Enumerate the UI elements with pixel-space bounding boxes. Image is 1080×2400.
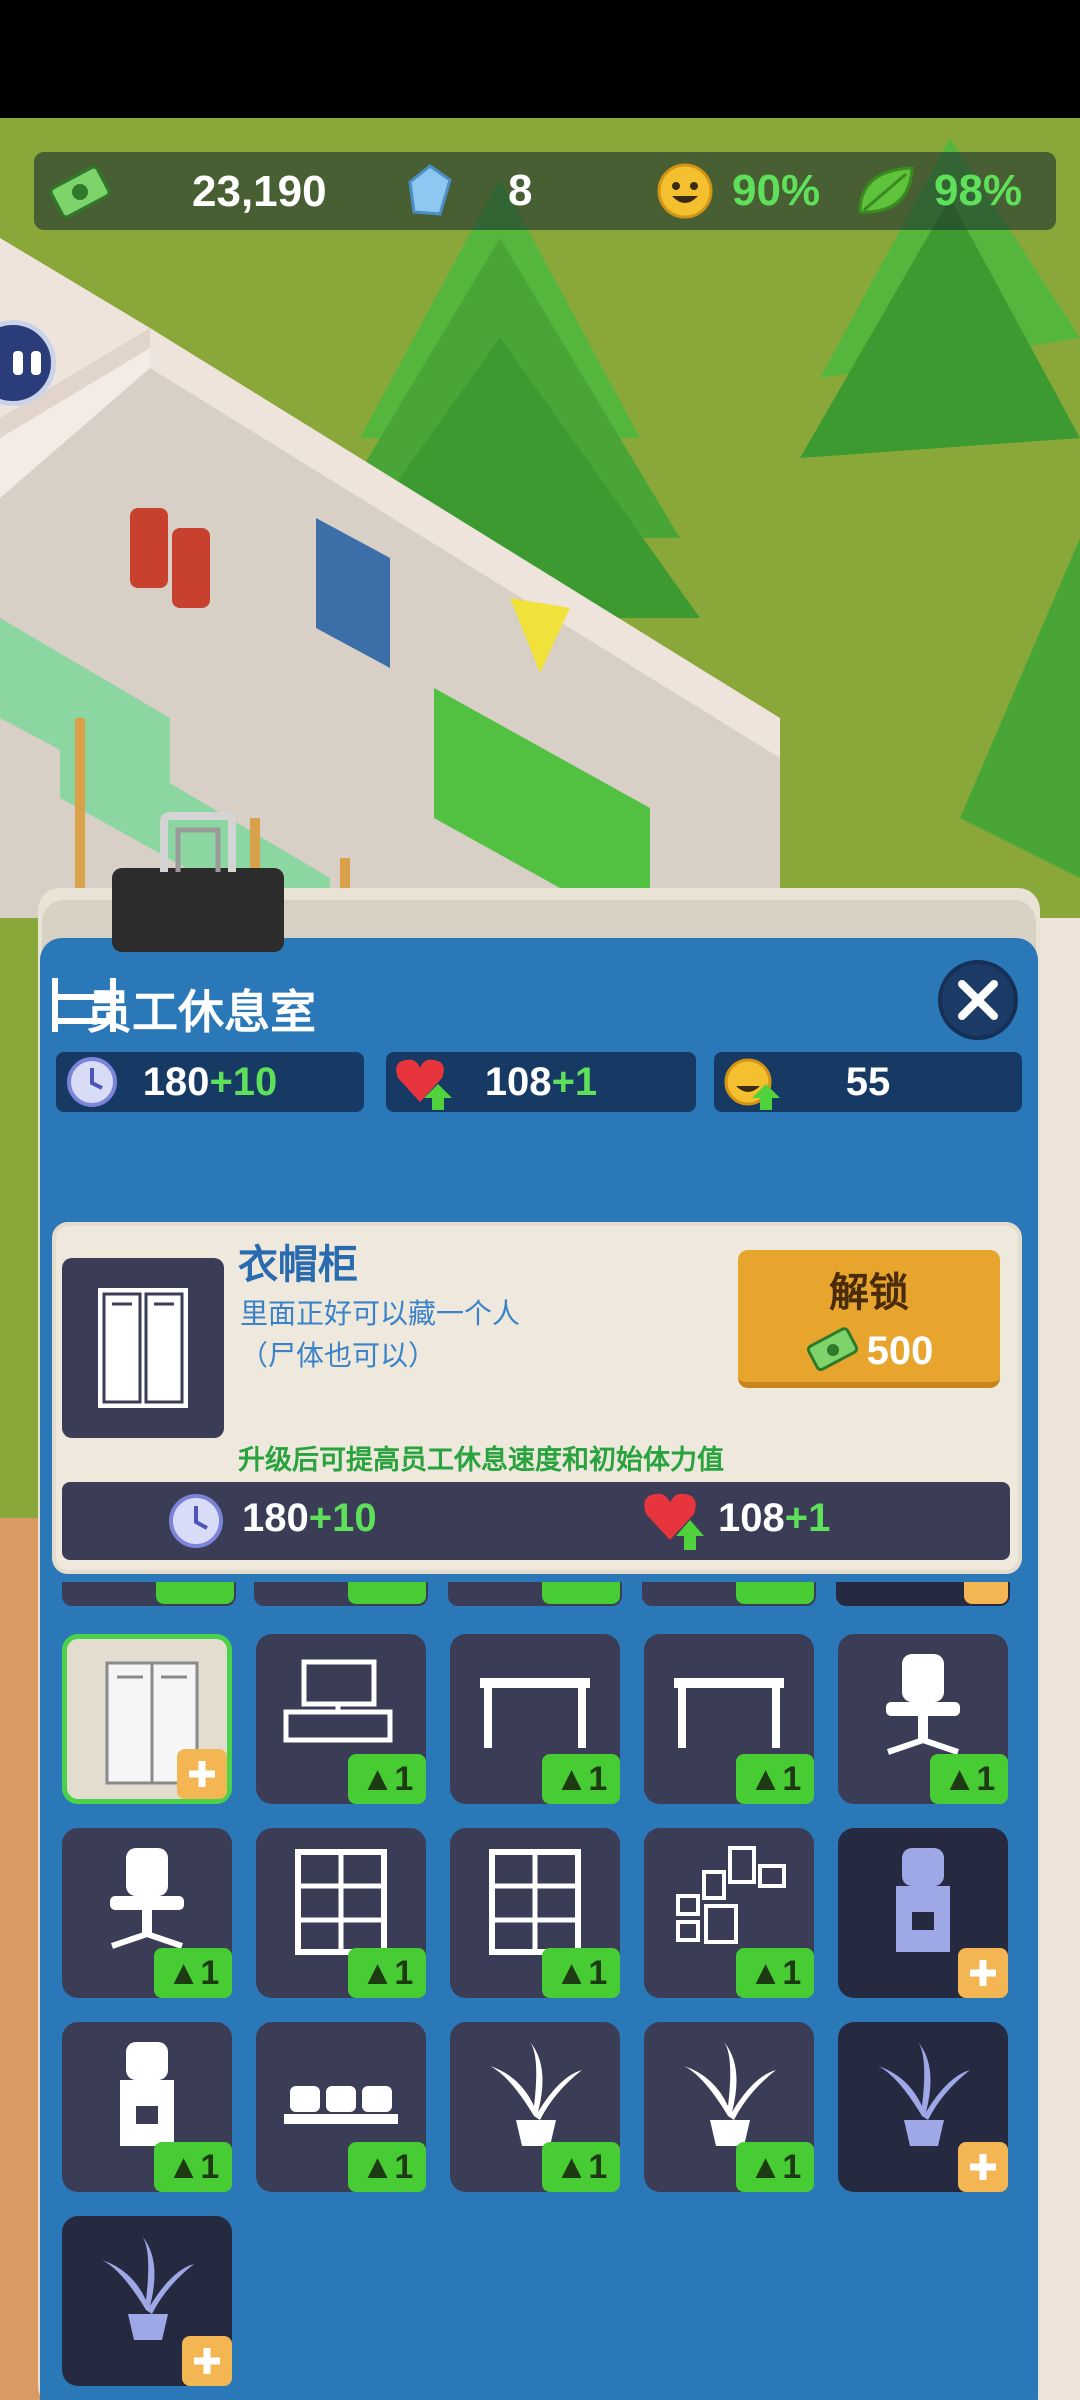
level-badge: ▲ 1 [348,1754,426,1804]
item-tile-shelf[interactable]: ▲ 1 [256,1828,426,1998]
unlock-label: 解锁 [829,1271,909,1315]
locker-icon [98,1288,188,1408]
rest-time-stat: 180 +10 [56,1052,364,1112]
item-tile-plant[interactable]: ▲ 1 [450,2022,620,2192]
add-badge [958,2142,1008,2192]
tile-fragment [254,1582,428,1606]
binder-clip-icon [112,812,284,952]
cash-counter[interactable]: 23,190 [48,162,327,222]
level-badge: ▲ 1 [736,2142,814,2192]
item-tile-locker[interactable] [62,1634,232,1804]
item-thumbnail [62,1258,224,1438]
gem-value: 8 [508,166,533,215]
eco-value: 98% [934,166,1023,215]
eye-icon [31,351,41,375]
item-tile-plant[interactable]: ▲ 1 [644,2022,814,2192]
item-stamina-value: 108 [718,1496,785,1540]
item-rest-time-value: 180 [242,1496,309,1540]
eco-counter[interactable]: 98% [856,162,1022,220]
add-badge [182,2336,232,2386]
item-tile-office-chair[interactable]: ▲ 1 [838,1634,1008,1804]
smiley-icon [657,163,713,219]
heart-up-icon [396,1059,452,1110]
rest-time-value: 180 [142,1059,210,1104]
level-badge: ▲ 1 [348,2142,426,2192]
level-badge: ▲ 1 [542,1948,620,1998]
clock-icon [169,1494,223,1548]
item-tile-wall-frames[interactable]: ▲ 1 [644,1828,814,1998]
level-badge: ▲ 1 [348,1948,426,1998]
heart-up-icon [644,1493,704,1550]
diamond-icon [408,164,452,216]
level-badge: ▲ 1 [736,1948,814,1998]
panel-title: 员工休息室 [86,986,316,1038]
clock-icon [67,1057,117,1107]
level-badge: ▲ 1 [542,1754,620,1804]
stamina-value: 108 [484,1059,552,1104]
item-description-note: （尸体也可以） [240,1340,437,1371]
level-badge: ▲ 1 [542,2142,620,2192]
stamina-bonus: +1 [551,1059,598,1104]
item-tile-tv-cabinet[interactable]: ▲ 1 [256,1634,426,1804]
close-icon [958,980,998,1020]
item-stamina-bonus: +1 [784,1496,831,1540]
rest-time-bonus: +10 [209,1059,278,1104]
tile-fragment [62,1582,236,1606]
eye-icon [13,351,23,375]
happiness-counter[interactable]: 90% [656,162,820,220]
cash-icon [49,165,111,219]
resource-bar: 23,190 8 90% 98% [34,152,1056,230]
item-description: 里面正好可以藏一个人 [240,1298,521,1329]
happiness-value: 90% [732,166,821,215]
tile-fragment [642,1582,816,1606]
item-tile-water-dispenser[interactable] [838,1828,1008,1998]
item-stamina: 108+1 [718,1496,830,1541]
level-badge: ▲ 1 [736,1754,814,1804]
scrolled-row [62,1582,1022,1610]
upgrade-tip: 升级后可提高员工休息速度和初始体力值 [238,1445,724,1475]
mood-stat: 55 [714,1052,1022,1112]
level-badge: ▲ 1 [154,2142,232,2192]
level-badge: ▲ 1 [154,1948,232,1998]
item-tile-sofa[interactable]: ▲ 1 [256,2022,426,2192]
tile-fragment [836,1582,1010,1606]
mood-value: 55 [845,1059,891,1104]
tile-fragment [448,1582,622,1606]
stamina-stat: 108 +1 [386,1052,696,1112]
unlock-cost-value: 500 [866,1329,934,1373]
plus-icon [194,2348,220,2374]
item-rest-time: 180+10 [242,1496,377,1541]
leaf-icon [858,166,914,214]
cash-icon [806,1327,858,1372]
item-tile-plant[interactable] [62,2216,232,2386]
unlock-cost: 500 [738,1326,1000,1374]
item-tile-water-dispenser[interactable]: ▲ 1 [62,2022,232,2192]
level-badge: ▲ 1 [930,1754,1008,1804]
plus-icon [970,2154,996,2180]
plus-icon [970,1960,996,1986]
item-tile-desk[interactable]: ▲ 1 [644,1634,814,1804]
item-tile-desk[interactable]: ▲ 1 [450,1634,620,1804]
plus-icon [189,1761,215,1787]
item-tile-plant[interactable] [838,2022,1008,2192]
gem-counter[interactable]: 8 [400,162,532,220]
item-name: 衣帽柜 [238,1243,358,1287]
add-badge [177,1749,227,1799]
add-badge [958,1948,1008,1998]
happy-up-icon [724,1058,780,1110]
item-rest-time-bonus: +10 [308,1496,377,1540]
item-stats-bar: 180+10 108+1 [62,1482,1010,1560]
close-button[interactable] [938,960,1018,1040]
cash-value: 23,190 [192,167,327,216]
item-tile-office-chair[interactable]: ▲ 1 [62,1828,232,1998]
unlock-button[interactable]: 解锁 500 [738,1250,1000,1388]
item-tile-shelf[interactable]: ▲ 1 [450,1828,620,1998]
